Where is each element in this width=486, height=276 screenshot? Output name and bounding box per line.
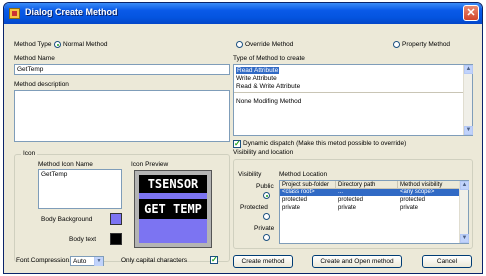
visibility-location-label: Visibility and location [233,149,294,156]
private-label[interactable]: Private [254,225,274,232]
scroll-down-icon[interactable]: ▼ [464,126,473,135]
property-method-label[interactable]: Property Method [402,41,450,48]
column-header[interactable]: Directory path [336,181,398,189]
icon-name-input[interactable]: GetTemp [38,169,122,209]
window-title: Dialog Create Method [25,7,118,17]
dialog-body: Method Type Normal Method Override Metho… [8,27,478,271]
radio-public[interactable] [263,192,270,199]
radio-override-method[interactable] [236,41,243,48]
body-text-label: Body text [69,236,97,243]
title-bar[interactable]: Dialog Create Method ✕ [4,3,482,24]
icon-preview: TSENSOR GET TEMP [134,170,212,248]
table-cell[interactable]: <class root> [280,189,315,196]
public-label[interactable]: Public [256,183,274,190]
type-to-create-label: Type of Method to create [233,55,305,62]
visibility-label: Visibility [238,171,262,178]
body-text-color-picker[interactable] [110,233,122,245]
radio-property-method[interactable] [393,41,400,48]
icon-preview-text: GET TEMP [139,199,207,219]
icon-name-label: Method Icon Name [38,161,93,168]
dialog-window: Dialog Create Method ✕ Method Type Norma… [3,2,483,274]
scroll-up-icon[interactable]: ▲ [460,181,469,190]
chevron-down-icon[interactable]: ▼ [94,257,103,266]
table-cell[interactable]: <any scope> [398,189,434,196]
protected-label[interactable]: Protected [240,204,268,211]
normal-method-label[interactable]: Normal Method [63,41,107,48]
icon-preview-banner: TSENSOR [139,175,207,193]
table-cell[interactable]: ... [336,189,343,196]
list-item[interactable]: Read & Write Attribute [236,83,300,90]
method-name-input[interactable]: GetTemp [14,64,230,75]
radio-protected[interactable] [263,213,270,220]
dynamic-dispatch-label[interactable]: Dynamic dispatch (Make this metod possib… [243,140,406,147]
radio-normal-method[interactable] [54,41,61,48]
list-item[interactable]: None Modifing Method [236,98,301,105]
cancel-button[interactable]: Cancel [422,255,472,268]
create-method-button[interactable]: Create method [233,255,293,268]
table-cell[interactable]: protected [280,197,307,204]
method-location-label: Method Location [279,171,328,178]
method-description-input[interactable] [14,90,230,142]
method-location-table[interactable]: Project sub-folder Directory path Method… [279,180,469,244]
only-capital-checkbox[interactable] [210,255,218,264]
icon-preview-label: Icon Preview [131,161,169,168]
method-description-label: Method description [14,81,69,88]
method-type-label: Method Type [14,41,52,48]
font-compression-value: Auto [73,258,87,265]
close-button[interactable]: ✕ [463,5,479,21]
override-method-label[interactable]: Override Method [245,41,293,48]
table-cell[interactable]: private [336,205,356,212]
dynamic-dispatch-checkbox[interactable] [233,139,241,148]
scroll-up-icon[interactable]: ▲ [464,65,473,74]
list-item[interactable]: Read Attribute [236,67,280,74]
list-item[interactable]: Write Attribute [236,75,277,82]
font-compression-select[interactable]: Auto ▼ [70,256,104,266]
table-scrollbar[interactable]: ▲ ▼ [459,181,469,243]
method-name-label: Method Name [14,55,55,62]
only-capital-label[interactable]: Only capital characters [121,257,187,264]
list-scrollbar[interactable]: ▲ ▼ [463,65,473,135]
icon-group-title: Icon [21,150,38,157]
scroll-down-icon[interactable]: ▼ [460,234,469,243]
radio-private[interactable] [263,234,270,241]
create-and-open-method-button[interactable]: Create and Open method [312,255,402,268]
column-header[interactable]: Project sub-folder [280,181,336,189]
app-icon [9,8,20,19]
body-background-color-picker[interactable] [110,213,122,225]
column-header[interactable]: Method visibility [398,181,460,189]
table-cell[interactable]: private [280,205,300,212]
font-compression-label: Font Compression [16,257,70,264]
table-cell[interactable]: protected [336,197,363,204]
method-type-list[interactable]: Read Attribute Write Attribute Read & Wr… [233,64,473,136]
table-cell[interactable]: protected [398,197,425,204]
body-background-label: Body Background [41,216,93,223]
list-divider [234,92,464,93]
table-cell[interactable]: private [398,205,418,212]
